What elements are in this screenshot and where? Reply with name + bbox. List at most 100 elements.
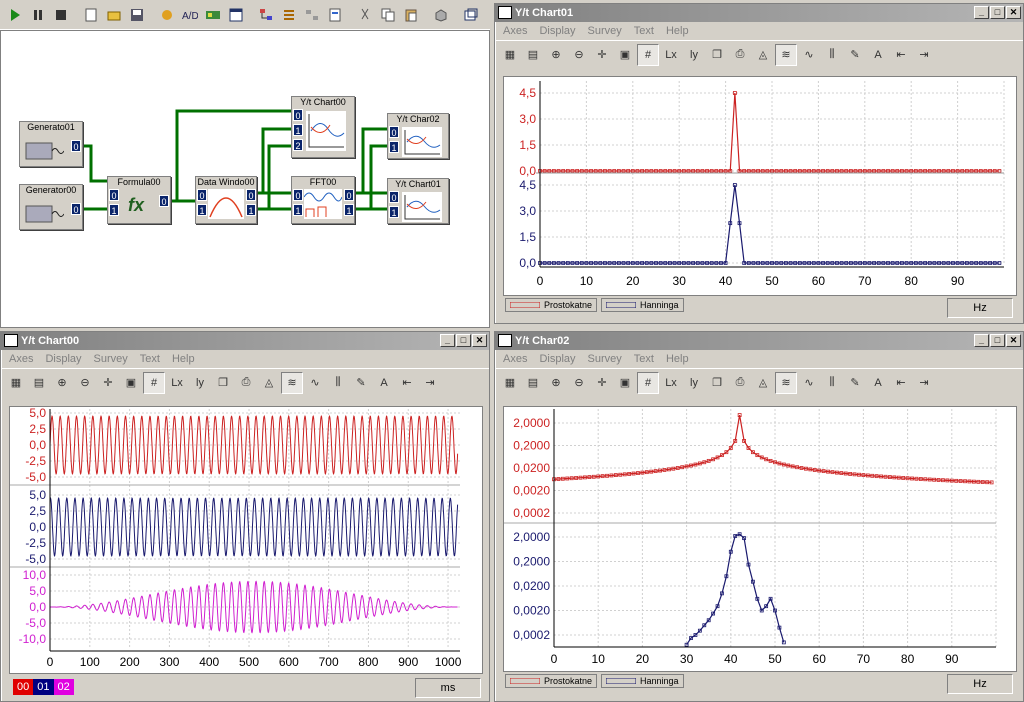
next-icon[interactable]: ⇥ [913, 372, 935, 394]
plot-area-chart01[interactable]: 4,5 3,0 1,5 0,0 4,5 3,0 1,5 0,0 0 10 20 30 40 50 60 70 8… [503, 76, 1017, 296]
menu-survey[interactable]: Survey [88, 350, 134, 368]
next-icon[interactable]: ⇥ [419, 372, 441, 394]
legend-item[interactable]: Hanninga [601, 674, 684, 688]
align-icon[interactable] [301, 3, 323, 26]
menu-axes[interactable]: Axes [497, 350, 533, 368]
legend-item[interactable]: Prostokatne [505, 298, 598, 312]
window-yt-chart01[interactable]: Y/t Chart01 _ □ ✕ Axes Display Survey Text Hel… [494, 3, 1024, 324]
input-port[interactable]: 1 [389, 141, 399, 153]
input-port[interactable]: 0 [389, 191, 399, 203]
close-button[interactable]: ✕ [472, 334, 487, 347]
bars-icon[interactable]: ⫼ [821, 44, 843, 66]
input-port[interactable]: 0 [389, 126, 399, 138]
bars-icon[interactable]: ⫼ [327, 372, 349, 394]
grid-icon[interactable]: # [637, 371, 659, 394]
output-port[interactable]: 0 [71, 140, 81, 152]
window-titlebar[interactable]: Y/t Chart01 _ □ ✕ [495, 4, 1023, 22]
tree-icon[interactable] [255, 3, 277, 26]
diagram-canvas[interactable]: Generato01 0 Generator00 0 Formula00 0 1… [0, 30, 490, 328]
block-generator01[interactable]: Generato01 0 [19, 121, 83, 167]
minimize-button[interactable]: _ [440, 334, 455, 347]
block-formula00[interactable]: Formula00 0 1 fx 0 [107, 176, 171, 224]
input-port[interactable]: 0 [293, 109, 303, 121]
input-port[interactable]: 1 [109, 204, 119, 216]
input-port[interactable]: 1 [197, 204, 207, 216]
print-icon[interactable]: ⎙ [235, 372, 257, 394]
lines-icon[interactable]: ≋ [775, 43, 797, 66]
zoom-out-icon[interactable]: ⊖ [568, 44, 590, 66]
y-axis-icon[interactable]: ly [683, 372, 705, 394]
pause-icon[interactable] [27, 3, 49, 26]
menu-display[interactable]: Display [39, 350, 87, 368]
wave-icon[interactable]: ∿ [798, 372, 820, 394]
window-titlebar[interactable]: Y/t Chart00 _ □ ✕ [1, 332, 489, 350]
brush-icon[interactable]: ✎ [844, 372, 866, 394]
play-icon[interactable] [4, 3, 26, 26]
chart-icon-b[interactable]: ▤ [522, 372, 544, 394]
window-icon[interactable] [225, 3, 247, 26]
zoom-in-icon[interactable]: ⊕ [51, 372, 73, 394]
menu-survey[interactable]: Survey [582, 350, 628, 368]
stop-icon[interactable] [50, 3, 72, 26]
input-port[interactable]: 1 [389, 206, 399, 218]
lines-icon[interactable]: ≋ [281, 371, 303, 394]
save-icon[interactable]: ▣ [120, 372, 142, 394]
chart-icon-a[interactable]: ▦ [499, 44, 521, 66]
props-icon[interactable] [324, 3, 346, 26]
zoom-in-icon[interactable]: ⊕ [545, 372, 567, 394]
cut-icon[interactable] [354, 3, 376, 26]
print-icon[interactable]: ⎙ [729, 44, 751, 66]
font-icon[interactable]: A [867, 372, 889, 394]
channel-02[interactable]: 02 [53, 679, 74, 695]
block-yt-char02[interactable]: Y/t Char02 0 1 [387, 113, 449, 159]
menu-axes[interactable]: Axes [3, 350, 39, 368]
fill-icon[interactable]: ◬ [752, 372, 774, 394]
chart-icon-a[interactable]: ▦ [5, 372, 27, 394]
menu-text[interactable]: Text [134, 350, 166, 368]
cube-icon[interactable] [430, 3, 452, 26]
list-icon[interactable] [278, 3, 300, 26]
bars-icon[interactable]: ⫼ [821, 372, 843, 394]
cursor-icon[interactable]: ✛ [97, 372, 119, 394]
chart-icon-b[interactable]: ▤ [522, 44, 544, 66]
wave-icon[interactable]: ∿ [304, 372, 326, 394]
input-port[interactable]: 2 [293, 139, 303, 151]
fill-icon[interactable]: ◬ [258, 372, 280, 394]
input-port[interactable]: 0 [197, 189, 207, 201]
output-port[interactable]: 1 [344, 204, 354, 216]
cursor-icon[interactable]: ✛ [591, 372, 613, 394]
restore-icon[interactable] [460, 3, 482, 26]
block-yt-chart00[interactable]: Y/t Chart00 0 1 2 [291, 96, 355, 158]
maximize-button[interactable]: □ [456, 334, 471, 347]
menu-survey[interactable]: Survey [582, 22, 628, 40]
copy-icon[interactable]: ❐ [706, 44, 728, 66]
channel-00[interactable]: 00 [13, 679, 34, 695]
prev-icon[interactable]: ⇤ [890, 372, 912, 394]
chart-icon-b[interactable]: ▤ [28, 372, 50, 394]
new-icon[interactable] [80, 3, 102, 26]
output-port[interactable]: 0 [344, 189, 354, 201]
prev-icon[interactable]: ⇤ [890, 44, 912, 66]
input-port[interactable]: 1 [293, 204, 303, 216]
input-port[interactable]: 0 [293, 189, 303, 201]
zoom-out-icon[interactable]: ⊖ [568, 372, 590, 394]
x-axis-icon[interactable]: Lx [660, 372, 682, 394]
menu-axes[interactable]: Axes [497, 22, 533, 40]
grid-icon[interactable]: # [637, 43, 659, 66]
block-data-window00[interactable]: Data Windo00 0 1 0 1 [195, 176, 257, 224]
save-icon[interactable]: ▣ [614, 44, 636, 66]
window-yt-char02[interactable]: Y/t Char02 _ □ ✕ Axes Display Survey Text Help… [494, 331, 1024, 702]
menu-text[interactable]: Text [628, 350, 660, 368]
output-port[interactable]: 0 [71, 203, 81, 215]
font-icon[interactable]: A [373, 372, 395, 394]
plot-area-chart00[interactable]: 5,0 2,5 0,0 -2,5 -5,0 5,0 2,5 0,0 -2,5 -5,0 10,0 5,… [9, 406, 483, 674]
save-icon[interactable] [126, 3, 148, 26]
wave-icon[interactable]: ∿ [798, 44, 820, 66]
brush-icon[interactable]: ✎ [350, 372, 372, 394]
grid-icon[interactable]: # [143, 371, 165, 394]
paste-icon[interactable] [400, 3, 422, 26]
legend-item[interactable]: Hanninga [601, 298, 684, 312]
y-axis-icon[interactable]: ly [683, 44, 705, 66]
block-yt-chart01[interactable]: Y/t Chart01 0 1 [387, 178, 449, 224]
block-fft00[interactable]: FFT00 0 1 0 1 [291, 176, 355, 224]
